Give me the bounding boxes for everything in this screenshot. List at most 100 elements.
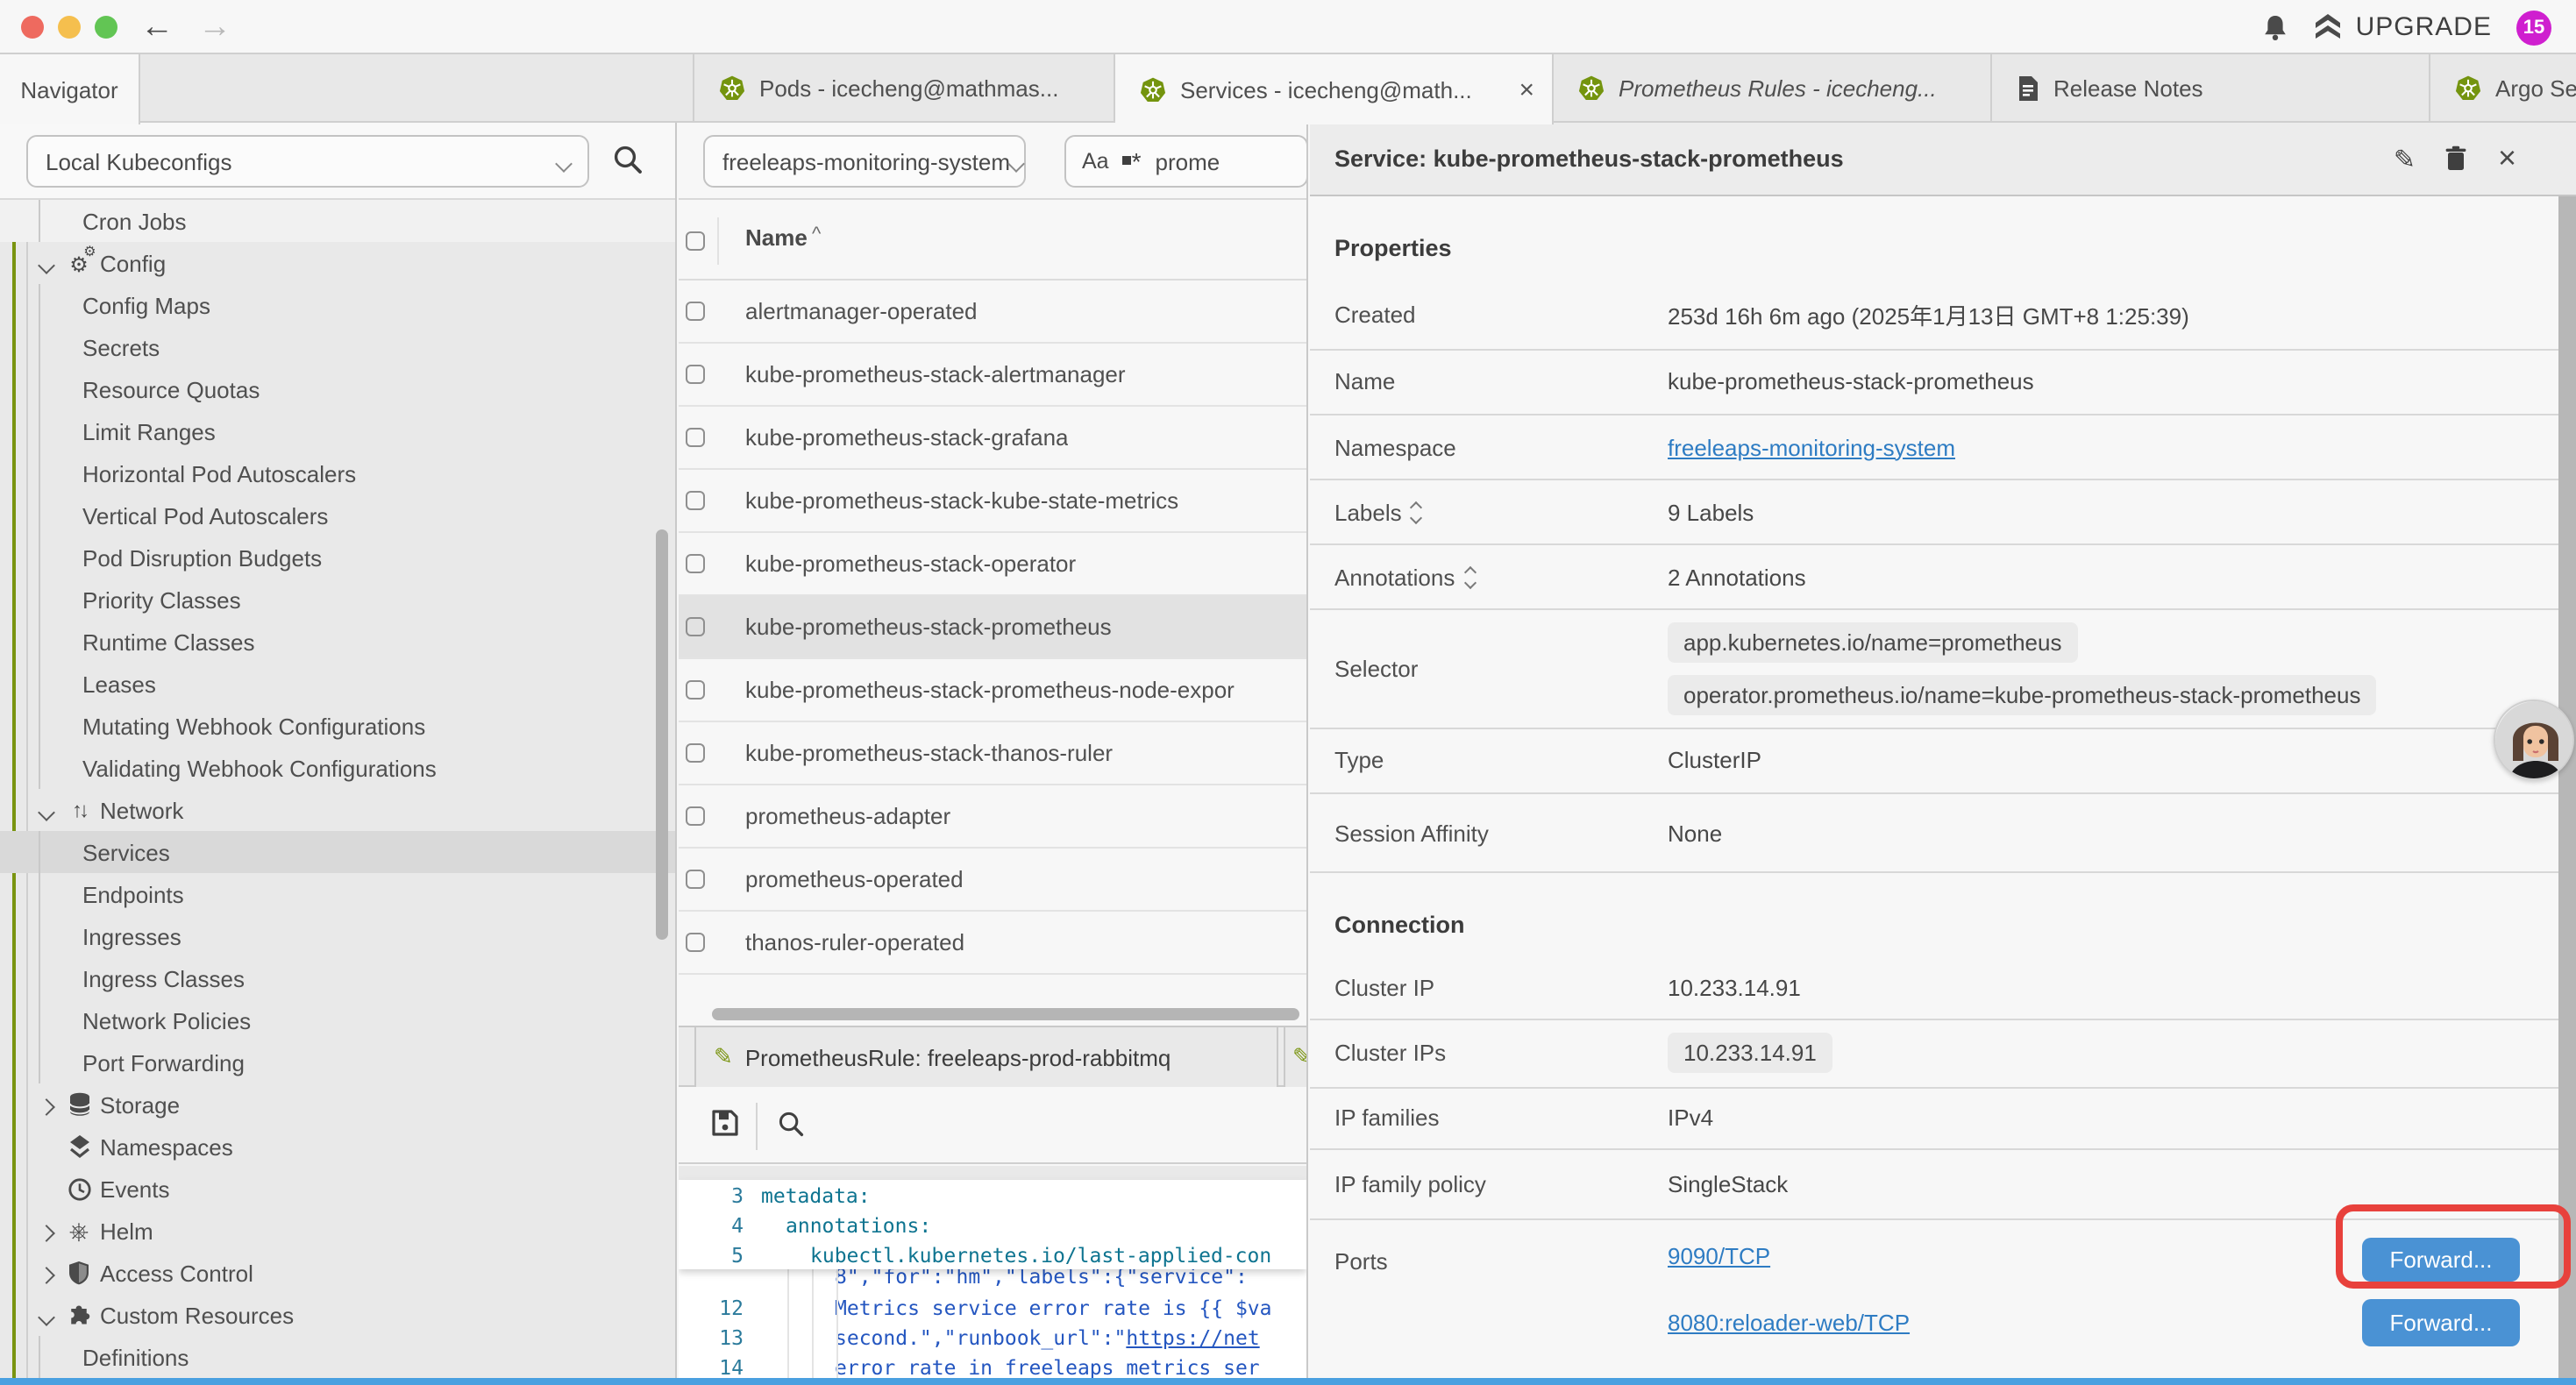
- chevron-down-icon[interactable]: [40, 250, 53, 276]
- sidebar-item-helm[interactable]: ⎈Helm: [0, 1210, 675, 1252]
- kubeconfig-select[interactable]: Local Kubeconfigs: [26, 135, 589, 188]
- sidebar-item-services[interactable]: Services: [0, 831, 675, 873]
- sidebar-item-ingresses[interactable]: Ingresses: [0, 915, 675, 957]
- edit-resource-icon[interactable]: ✎: [2394, 143, 2416, 174]
- detail-row-type: TypeClusterIP: [1310, 728, 2558, 794]
- table-row[interactable]: kube-prometheus-stack-thanos-ruler: [679, 722, 1306, 785]
- row-checkbox[interactable]: [686, 302, 705, 321]
- table-row[interactable]: alertmanager-operated: [679, 281, 1306, 344]
- sidebar-scrollbar[interactable]: [656, 529, 668, 940]
- table-row[interactable]: kube-prometheus-stack-alertmanager: [679, 344, 1306, 407]
- sidebar-item-resource-quotas[interactable]: Resource Quotas: [0, 368, 675, 410]
- row-checkbox[interactable]: [686, 554, 705, 573]
- tab-services-icecheng-math-[interactable]: Services - icecheng@math...×: [1115, 54, 1554, 124]
- sidebar-item-validating-webhook-configurations[interactable]: Validating Webhook Configurations: [0, 747, 675, 789]
- sidebar-item-network[interactable]: ↑↓Network: [0, 789, 675, 831]
- user-avatar[interactable]: [2494, 700, 2574, 780]
- row-checkbox[interactable]: [686, 491, 705, 510]
- editor-search-icon[interactable]: [777, 1110, 805, 1138]
- sidebar-item-limit-ranges[interactable]: Limit Ranges: [0, 410, 675, 452]
- table-horizontal-scrollbar[interactable]: [712, 1008, 1299, 1020]
- row-checkbox[interactable]: [686, 933, 705, 952]
- sidebar-item-config-maps[interactable]: Config Maps: [0, 284, 675, 326]
- namespace-select[interactable]: freeleaps-monitoring-system: [703, 135, 1026, 188]
- chevron-right-icon[interactable]: [40, 1091, 53, 1118]
- notification-count-badge[interactable]: 15: [2516, 10, 2551, 45]
- detail-scrollbar[interactable]: [2558, 196, 2576, 1378]
- port-link[interactable]: 8080:reloader-web/TCP: [1668, 1309, 1910, 1335]
- sidebar-item-namespaces[interactable]: Namespaces: [0, 1126, 675, 1168]
- minimize-window-button[interactable]: [58, 16, 81, 39]
- port-link[interactable]: 9090/TCP: [1668, 1242, 1770, 1268]
- sort-toggle-icon[interactable]: [1465, 567, 1474, 586]
- sidebar-item-leases[interactable]: Leases: [0, 663, 675, 705]
- sort-toggle-icon[interactable]: [1413, 502, 1421, 522]
- row-checkbox[interactable]: [686, 617, 705, 636]
- chevron-down-icon[interactable]: [40, 1302, 53, 1328]
- table-row[interactable]: prometheus-operated: [679, 849, 1306, 912]
- zoom-window-button[interactable]: [95, 16, 117, 39]
- row-checkbox[interactable]: [686, 428, 705, 447]
- row-checkbox[interactable]: [686, 680, 705, 700]
- row-checkbox[interactable]: [686, 743, 705, 763]
- back-button[interactable]: ←: [140, 4, 174, 51]
- sidebar-item-horizontal-pod-autoscalers[interactable]: Horizontal Pod Autoscalers: [0, 452, 675, 494]
- close-window-button[interactable]: [21, 16, 44, 39]
- sidebar-item-pod-disruption-budgets[interactable]: Pod Disruption Budgets: [0, 536, 675, 579]
- sidebar-item-network-policies[interactable]: Network Policies: [0, 999, 675, 1041]
- select-all-checkbox[interactable]: [686, 231, 705, 251]
- tab-prometheus-rules-icechen[interactable]: Prometheus Rules - icecheng...: [1554, 54, 1992, 123]
- sidebar-item-access-control[interactable]: Access Control: [0, 1252, 675, 1294]
- list-search-input[interactable]: Aa * prome: [1064, 135, 1308, 188]
- table-row[interactable]: kube-prometheus-stack-prometheus: [679, 596, 1306, 659]
- chevron-down-icon[interactable]: [40, 797, 53, 823]
- close-detail-icon[interactable]: ×: [2498, 140, 2516, 177]
- sidebar-item-secrets[interactable]: Secrets: [0, 326, 675, 368]
- table-row[interactable]: kube-prometheus-stack-operator: [679, 533, 1306, 596]
- sidebar-item-mutating-webhook-configurations[interactable]: Mutating Webhook Configurations: [0, 705, 675, 747]
- row-checkbox[interactable]: [686, 365, 705, 384]
- detail-body: PropertiesCreated253d 16h 6m ago (2025年1…: [1310, 196, 2558, 1378]
- table-row[interactable]: prometheus-adapter: [679, 785, 1306, 849]
- name-column-header[interactable]: Name: [745, 224, 808, 251]
- row-checkbox[interactable]: [686, 870, 705, 889]
- sidebar-item-custom-resources[interactable]: Custom Resources: [0, 1294, 675, 1336]
- sidebar-item-storage[interactable]: Storage: [0, 1083, 675, 1126]
- table-row[interactable]: thanos-ruler-operated: [679, 912, 1306, 975]
- yaml-editor[interactable]: 3metadata:4annotations:5kubectl.kubernet…: [679, 1180, 1306, 1378]
- sidebar-item-runtime-classes[interactable]: Runtime Classes: [0, 621, 675, 663]
- chevron-right-icon[interactable]: [40, 1260, 53, 1286]
- match-case-toggle[interactable]: Aa: [1082, 149, 1109, 174]
- sidebar-item-ingress-classes[interactable]: Ingress Classes: [0, 957, 675, 999]
- editor-tab-partial[interactable]: ✎: [1284, 1027, 1308, 1087]
- forward-button[interactable]: Forward...: [2362, 1299, 2520, 1346]
- tab-release-notes[interactable]: Release Notes: [1992, 54, 2430, 123]
- sidebar-item-definitions[interactable]: Definitions: [0, 1336, 675, 1378]
- table-row[interactable]: kube-prometheus-stack-kube-state-metrics: [679, 470, 1306, 533]
- regex-toggle-icon[interactable]: *: [1123, 153, 1142, 170]
- editor-tab-prometheusrule[interactable]: ✎ PrometheusRule: freeleaps-prod-rabbitm…: [694, 1027, 1278, 1087]
- row-checkbox[interactable]: [686, 806, 705, 826]
- tab-pods-icecheng-mathmas-[interactable]: Pods - icecheng@mathmas...: [694, 54, 1115, 123]
- namespace-link[interactable]: freeleaps-monitoring-system: [1668, 434, 1955, 460]
- sidebar-item-vertical-pod-autoscalers[interactable]: Vertical Pod Autoscalers: [0, 494, 675, 536]
- notifications-bell-icon[interactable]: [2263, 13, 2289, 41]
- sidebar-item-endpoints[interactable]: Endpoints: [0, 873, 675, 915]
- sidebar-item-port-forwarding[interactable]: Port Forwarding: [0, 1041, 675, 1083]
- table-row[interactable]: kube-prometheus-stack-grafana: [679, 407, 1306, 470]
- tab-argo-se[interactable]: Argo Se: [2430, 54, 2576, 123]
- delete-resource-icon[interactable]: [2445, 146, 2468, 172]
- section-heading-properties: Properties: [1310, 196, 2558, 281]
- sidebar-item-cron-jobs[interactable]: Cron Jobs: [0, 200, 675, 242]
- navigator-tab[interactable]: Navigator: [0, 54, 140, 124]
- chevron-right-icon[interactable]: [40, 1218, 53, 1244]
- sort-asc-icon[interactable]: ^: [812, 224, 821, 245]
- sidebar-item-events[interactable]: Events: [0, 1168, 675, 1210]
- save-icon[interactable]: [710, 1108, 740, 1138]
- table-row[interactable]: kube-prometheus-stack-prometheus-node-ex…: [679, 659, 1306, 722]
- sidebar-item-priority-classes[interactable]: Priority Classes: [0, 579, 675, 621]
- sidebar-item-config[interactable]: ⚙⚙Config: [0, 242, 675, 284]
- sidebar-search-icon[interactable]: [612, 144, 644, 175]
- close-tab-icon[interactable]: ×: [1508, 75, 1534, 104]
- upgrade-button[interactable]: UPGRADE: [2314, 12, 2492, 42]
